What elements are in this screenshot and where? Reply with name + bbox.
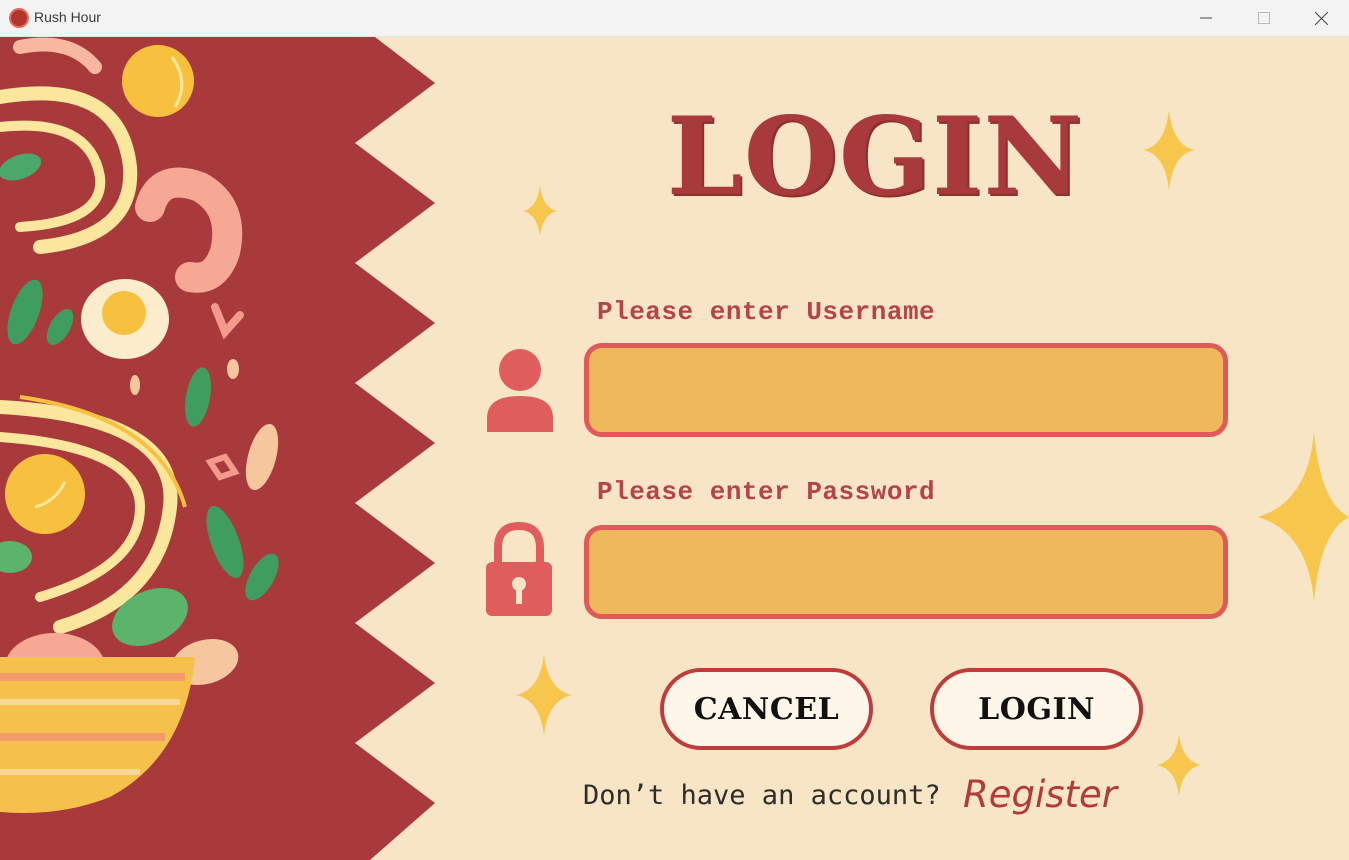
sparkle-icon xyxy=(516,654,572,736)
sparkle-icon xyxy=(523,186,557,236)
minimize-icon xyxy=(1200,17,1212,19)
minimize-button[interactable] xyxy=(1177,0,1235,36)
close-icon xyxy=(1314,11,1328,25)
register-link[interactable]: Register xyxy=(963,773,1117,816)
sparkle-icon xyxy=(1157,734,1201,796)
sparkle-icon xyxy=(1258,432,1349,602)
lock-icon xyxy=(486,522,552,616)
close-button[interactable] xyxy=(1292,0,1349,36)
password-label: Please enter Password xyxy=(597,477,936,507)
maximize-button[interactable] xyxy=(1235,0,1293,36)
sparkle-icon xyxy=(1143,110,1195,190)
app-logo-icon xyxy=(9,8,29,28)
username-label: Please enter Username xyxy=(597,297,936,327)
login-heading: LOGIN xyxy=(666,94,1084,220)
username-input[interactable] xyxy=(584,343,1228,437)
no-account-text: Don’t have an account? xyxy=(583,780,941,811)
cancel-button[interactable]: CANCEL xyxy=(660,668,873,750)
login-button[interactable]: LOGIN xyxy=(930,668,1143,750)
maximize-icon xyxy=(1258,12,1270,24)
food-illustration-panel xyxy=(0,37,435,860)
user-icon xyxy=(487,349,553,432)
window-titlebar: Rush Hour xyxy=(0,0,1349,37)
password-input[interactable] xyxy=(584,525,1228,619)
window-title: Rush Hour xyxy=(34,9,101,25)
